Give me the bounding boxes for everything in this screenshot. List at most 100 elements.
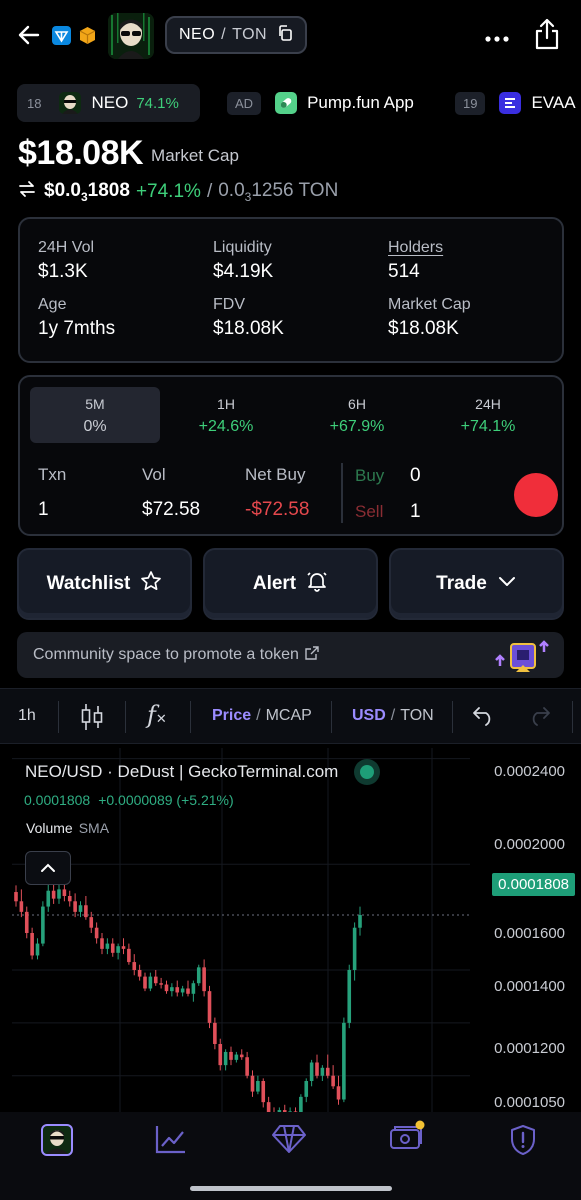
candle-body bbox=[336, 1086, 341, 1100]
timeframe-1h[interactable]: 1H +24.6% bbox=[161, 387, 291, 443]
home-indicator bbox=[190, 1186, 392, 1191]
timeframe-label: 24H bbox=[475, 396, 501, 412]
toolbar-divider bbox=[331, 701, 332, 733]
price-mcap-toggle[interactable]: Price / MCAP bbox=[212, 707, 312, 725]
sell-value: 1 bbox=[410, 501, 421, 522]
watchlist-button[interactable]: Watchlist bbox=[17, 548, 192, 620]
stat-holders[interactable]: Holders 514 bbox=[388, 239, 443, 283]
timeframe-24h[interactable]: 24H +74.1% bbox=[423, 387, 553, 443]
y-tick: 0.0001050 bbox=[494, 1094, 565, 1111]
chart-legend: NEO/USD · DeDust | GeckoTerminal.com bbox=[25, 762, 375, 782]
candle-body bbox=[148, 976, 153, 989]
candle-body bbox=[159, 983, 163, 985]
candle-body bbox=[14, 892, 18, 902]
candle-body bbox=[191, 983, 196, 994]
indicators-fx-button[interactable]: f✕ bbox=[147, 701, 167, 729]
candlestick-type-icon[interactable] bbox=[80, 703, 104, 736]
candle-body bbox=[116, 946, 120, 953]
candle-body bbox=[352, 927, 357, 970]
diamond-tab-icon[interactable] bbox=[271, 1124, 307, 1159]
stat-label: Liquidity bbox=[213, 239, 272, 256]
timeframe-5m[interactable]: 5M 0% bbox=[30, 387, 160, 443]
collapse-legend-button[interactable] bbox=[25, 851, 71, 885]
y-tick: 0.0002000 bbox=[494, 836, 565, 853]
candle-body bbox=[309, 1062, 314, 1081]
ticker-item-ad[interactable]: AD Pump.fun App bbox=[227, 84, 437, 122]
token-avatar-tab-icon[interactable] bbox=[41, 1124, 73, 1156]
volume-label: Volume bbox=[26, 820, 73, 836]
trade-button[interactable]: Trade bbox=[389, 548, 564, 620]
more-icon[interactable] bbox=[484, 30, 510, 42]
stat-liquidity: Liquidity $4.19K bbox=[213, 239, 273, 283]
wallet-tab-icon[interactable] bbox=[389, 1120, 427, 1159]
token-avatar[interactable] bbox=[108, 13, 154, 59]
timeframe-label: 5M bbox=[85, 396, 105, 412]
back-arrow-icon[interactable] bbox=[18, 24, 40, 46]
change-readout: +0.0000089 (+5.21%) bbox=[98, 792, 234, 808]
candle-body bbox=[78, 905, 83, 912]
evaa-icon bbox=[499, 92, 522, 114]
shield-tab-icon[interactable] bbox=[509, 1124, 537, 1161]
usd-option[interactable]: USD bbox=[352, 707, 386, 725]
ton-option[interactable]: TON bbox=[400, 707, 433, 725]
ticker-item-neo[interactable]: 18 NEO 74.1% bbox=[17, 84, 200, 122]
share-icon[interactable] bbox=[534, 18, 560, 50]
candle-body bbox=[347, 970, 352, 1023]
timeframe-6h[interactable]: 6H +67.9% bbox=[292, 387, 422, 443]
candle-body bbox=[46, 890, 51, 907]
ticker-rank: 18 bbox=[27, 95, 42, 111]
alert-label: Alert bbox=[252, 573, 297, 594]
undo-icon[interactable] bbox=[473, 706, 495, 731]
candle-body bbox=[315, 1062, 319, 1076]
stat-label[interactable]: Holders bbox=[388, 239, 443, 257]
ticker-item-evaa[interactable]: 19 EVAA bbox=[455, 84, 581, 122]
price-option[interactable]: Price bbox=[212, 707, 251, 725]
candle-body bbox=[84, 905, 88, 918]
promo-banner[interactable]: Community space to promote a token bbox=[17, 632, 564, 678]
candle-body bbox=[196, 967, 201, 984]
vol-value: $72.58 bbox=[142, 499, 201, 520]
alert-button[interactable]: Alert bbox=[203, 548, 378, 620]
toggle-separator: / bbox=[256, 707, 261, 724]
copy-icon[interactable] bbox=[277, 24, 293, 46]
ton-separator: / bbox=[206, 181, 213, 202]
pair-selector[interactable]: NEO / TON bbox=[165, 16, 308, 54]
divider bbox=[341, 463, 343, 523]
stat-label: 24H Vol bbox=[38, 239, 95, 256]
price-chart[interactable]: NEO/USD · DeDust | GeckoTerminal.com 0.0… bbox=[0, 748, 581, 1118]
price-zeros: 3 bbox=[80, 189, 88, 204]
candle-body bbox=[137, 970, 142, 977]
live-dot-icon bbox=[360, 765, 375, 779]
ton-digits: 1256 TON bbox=[251, 180, 339, 202]
candle-body bbox=[35, 943, 40, 956]
toolbar-divider bbox=[190, 701, 191, 733]
timeframe-value: 0% bbox=[83, 418, 107, 435]
pair-quote: TON bbox=[232, 26, 268, 43]
candle-body bbox=[121, 946, 126, 949]
ton-prefix: 0.0 bbox=[218, 180, 245, 202]
stat-fdv: FDV $18.08K bbox=[213, 296, 284, 340]
watchlist-label: Watchlist bbox=[46, 573, 131, 594]
candle-body bbox=[175, 987, 180, 993]
stat-value: 514 bbox=[388, 261, 420, 282]
chart-tab-icon[interactable] bbox=[155, 1124, 187, 1159]
stat-label: Age bbox=[38, 296, 67, 313]
vol-label: Vol bbox=[142, 465, 166, 484]
candle-body bbox=[261, 1081, 266, 1103]
promo-graphic-icon bbox=[494, 636, 550, 681]
mcap-option[interactable]: MCAP bbox=[266, 707, 312, 725]
candle-body bbox=[180, 988, 185, 993]
y-tick: 0.0001400 bbox=[494, 978, 565, 995]
price-prefix: $0.0 bbox=[44, 180, 81, 202]
currency-toggle[interactable]: USD / TON bbox=[352, 707, 434, 725]
fx-sub-icon: ✕ bbox=[155, 712, 167, 727]
toggle-separator: / bbox=[390, 707, 396, 724]
txn-value: 1 bbox=[38, 499, 49, 520]
y-tick: 0.0002400 bbox=[494, 763, 565, 780]
candle-body bbox=[229, 1051, 233, 1060]
swap-icon[interactable] bbox=[18, 180, 36, 204]
redo-icon[interactable] bbox=[528, 706, 550, 731]
candle-body bbox=[164, 984, 169, 992]
timeframe-label: 6H bbox=[348, 396, 366, 412]
interval-selector[interactable]: 1h bbox=[18, 707, 36, 725]
